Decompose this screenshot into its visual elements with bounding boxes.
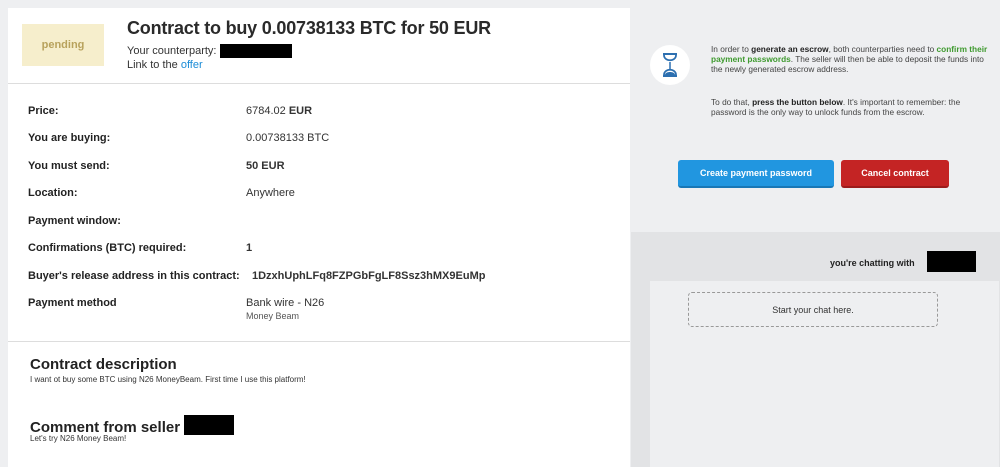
info-text: , both counterparties need to <box>828 44 937 54</box>
title-amount: 50 EUR <box>429 18 491 38</box>
detail-key: Price: <box>28 105 59 117</box>
detail-subvalue: Money Beam <box>246 311 300 321</box>
escrow-info-2: To do that, press the button below. It's… <box>711 97 991 117</box>
cancel-contract-button[interactable]: Cancel contract <box>841 160 949 188</box>
contract-panel: pending Contract to buy 0.00738133 BTC f… <box>8 8 630 467</box>
detail-value: 1 <box>246 242 253 254</box>
detail-value: 0.00738133 BTC <box>246 132 330 144</box>
detail-value: 6784.02 EUR <box>246 105 312 117</box>
comment-text: Let's try N26 Money Beam! <box>30 434 127 443</box>
offer-link[interactable]: offer <box>181 59 203 71</box>
detail-value: 1DzxhUphLFq8FZPGbFgLF8Ssz3hMX9EuMp <box>252 270 486 282</box>
detail-key: Confirmations (BTC) required: <box>28 242 187 254</box>
detail-key: Payment window: <box>28 215 121 227</box>
hourglass-icon <box>650 45 690 85</box>
counterparty-line: Your counterparty: <box>127 44 292 58</box>
chat-box: Start your chat here. <box>650 281 999 467</box>
status-badge: pending <box>22 24 104 66</box>
detail-value: Bank wire - N26 <box>246 297 325 309</box>
hourglass-svg <box>663 53 677 77</box>
detail-key: You must send: <box>28 160 110 172</box>
create-payment-password-button[interactable]: Create payment password <box>678 160 834 188</box>
info-bold: press the button below <box>752 97 843 107</box>
info-text: To do that, <box>711 97 753 107</box>
detail-value: 50 EUR <box>246 160 285 172</box>
detail-key: Buyer's release address in this contract… <box>28 270 240 282</box>
start-chat-area[interactable]: Start your chat here. <box>688 292 938 327</box>
page-title: Contract to buy 0.00738133 BTC for 50 EU… <box>127 18 491 39</box>
escrow-info-1: In order to generate an escrow, both cou… <box>711 44 991 75</box>
offer-link-prefix: Link to the <box>127 59 181 71</box>
detail-key: Payment method <box>28 297 117 309</box>
chat-partner-redacted <box>927 251 976 272</box>
detail-value: Anywhere <box>246 187 295 199</box>
info-text: In order to <box>711 44 752 54</box>
description-text: I want ot buy some BTC using N26 MoneyBe… <box>30 375 306 384</box>
description-title: Contract description <box>30 356 177 373</box>
counterparty-label: Your counterparty: <box>127 44 217 57</box>
seller-redacted <box>184 415 235 435</box>
chat-panel: you're chatting with Start your chat her… <box>631 232 1000 467</box>
counterparty-redacted <box>219 44 292 58</box>
escrow-panel: In order to generate an escrow, both cou… <box>631 8 1000 232</box>
info-bold: generate an escrow <box>751 44 829 54</box>
contract-details: Price: 6784.02 EUR You are buying: 0.007… <box>8 84 630 342</box>
contract-header: pending Contract to buy 0.00738133 BTC f… <box>8 8 630 84</box>
title-prefix: Contract to buy 0.00738133 BTC for <box>127 18 430 38</box>
chat-partner-label: you're chatting with <box>830 258 915 268</box>
price-currency: EUR <box>288 105 313 117</box>
offer-link-line: Link to the offer <box>127 59 203 71</box>
detail-key: Location: <box>28 187 78 199</box>
comment-title: Comment from seller <box>30 415 235 436</box>
price-value: 6784.02 <box>246 105 286 117</box>
detail-key: You are buying: <box>28 132 111 144</box>
